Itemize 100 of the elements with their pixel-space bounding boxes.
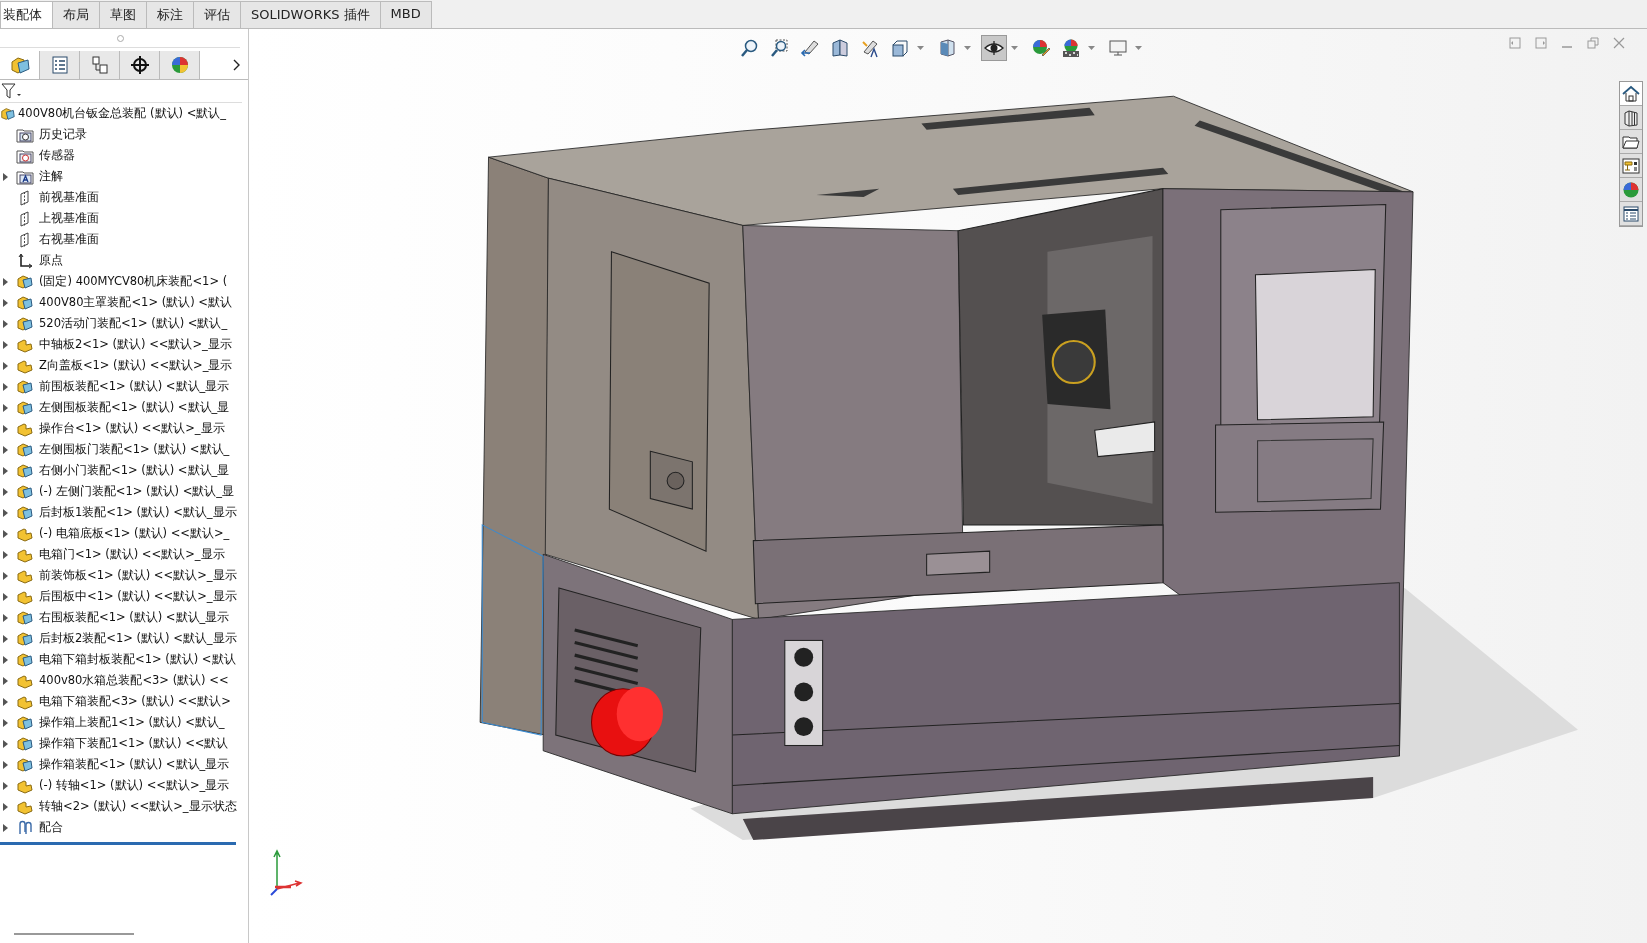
tree-item[interactable]: 右围板装配<1> (默认) <默认_显示: [39, 610, 230, 625]
task-pane-tab[interactable]: [1620, 106, 1642, 130]
command-tab[interactable]: MBD: [379, 1, 432, 28]
scene-icon[interactable]: [1061, 38, 1081, 58]
expand-arrow-icon[interactable]: [2, 802, 8, 811]
tree-item[interactable]: 前围板装配<1> (默认) <默认_显示: [39, 379, 230, 394]
expand-arrow-icon[interactable]: [2, 403, 8, 412]
tree-item[interactable]: 400V80主罩装配<1> (默认) <默认: [39, 295, 232, 310]
command-tab[interactable]: 草图: [99, 1, 147, 28]
command-tab[interactable]: 布局: [52, 1, 100, 28]
tree-item[interactable]: 前装饰板<1> (默认) <<默认>_显示: [39, 568, 237, 583]
caret-icon[interactable]: [1135, 45, 1142, 51]
expand-arrow-icon[interactable]: [2, 823, 8, 832]
tree-item[interactable]: 传感器: [39, 148, 75, 163]
tree-item[interactable]: 后围板中<1> (默认) <<默认>_显示: [39, 589, 237, 604]
expand-arrow-icon[interactable]: [2, 340, 8, 349]
task-pane-tab[interactable]: [1620, 154, 1642, 178]
expand-arrow-icon[interactable]: [2, 466, 8, 475]
appearance-pencil-icon[interactable]: [1031, 38, 1051, 58]
tree-item[interactable]: Z向盖板<1> (默认) <<默认>_显示: [39, 358, 233, 373]
assembly-icon: [16, 756, 34, 773]
expand-arrow-icon[interactable]: [2, 277, 8, 286]
chevron-right-icon[interactable]: [232, 59, 240, 71]
expand-arrow-icon[interactable]: [2, 676, 8, 685]
tree-item[interactable]: 转轴<2> (默认) <<默认>_显示状态: [39, 799, 237, 814]
expand-arrow-icon[interactable]: [2, 634, 8, 643]
shaded-cube-icon[interactable]: [937, 38, 957, 58]
tree-item[interactable]: (固定) 400MYCV80机床装配<1> (: [39, 274, 228, 289]
horizontal-scrollbar[interactable]: [14, 933, 134, 935]
expand-arrow-icon[interactable]: [2, 592, 8, 601]
expand-arrow-icon[interactable]: [2, 655, 8, 664]
tree-item[interactable]: 原点: [39, 253, 63, 268]
expand-arrow-icon[interactable]: [2, 319, 8, 328]
section-view-icon[interactable]: [830, 38, 850, 58]
expand-arrow-icon[interactable]: [2, 424, 8, 433]
expand-arrow-icon[interactable]: [2, 508, 8, 517]
tree-item[interactable]: 历史记录: [39, 127, 87, 142]
expand-arrow-icon[interactable]: [2, 718, 8, 727]
caret-icon[interactable]: [917, 45, 924, 51]
tree-item[interactable]: 400V80机台钣金总装配 (默认) <默认_: [18, 106, 227, 121]
history-folder-icon: [16, 126, 34, 143]
expand-arrow-icon[interactable]: [2, 361, 8, 370]
tree-item[interactable]: 中轴板2<1> (默认) <<默认>_显示: [39, 337, 232, 352]
command-tab[interactable]: 装配体: [0, 1, 53, 28]
filter-icon[interactable]: [1, 82, 23, 100]
expand-arrow-icon[interactable]: [2, 382, 8, 391]
expand-arrow-icon[interactable]: [2, 445, 8, 454]
tree-item[interactable]: (-) 电箱底板<1> (默认) <<默认>_: [39, 526, 230, 541]
tree-item[interactable]: 前视基准面: [39, 190, 99, 205]
expand-arrow-icon[interactable]: [2, 760, 8, 769]
expand-arrow-icon[interactable]: [2, 781, 8, 790]
caret-icon[interactable]: [1088, 45, 1095, 51]
caret-icon[interactable]: [964, 45, 971, 51]
tree-item[interactable]: 操作箱上装配1<1> (默认) <默认_: [39, 715, 225, 730]
tree-item[interactable]: 操作箱装配<1> (默认) <默认_显示: [39, 757, 230, 772]
tree-item[interactable]: 左侧围板门装配<1> (默认) <默认_: [39, 442, 230, 457]
tree-item[interactable]: 右侧小门装配<1> (默认) <默认_显: [39, 463, 230, 478]
expand-arrow-icon[interactable]: [2, 550, 8, 559]
tree-item[interactable]: 上视基准面: [39, 211, 99, 226]
tree-item[interactable]: 后封板2装配<1> (默认) <默认_显示: [39, 631, 237, 646]
home-icon: [1622, 84, 1640, 103]
expand-arrow-icon[interactable]: [2, 739, 8, 748]
zoom-area-icon[interactable]: [770, 38, 790, 58]
command-tab[interactable]: 标注: [146, 1, 194, 28]
tree-item[interactable]: 400v80水箱总装配<3> (默认) <<: [39, 673, 229, 688]
expand-arrow-icon[interactable]: [2, 529, 8, 538]
panel-tab[interactable]: [120, 51, 160, 79]
expand-arrow-icon[interactable]: [2, 613, 8, 622]
tree-item[interactable]: (-) 左侧门装配<1> (默认) <默认_显: [39, 484, 235, 499]
library-icon: [1622, 108, 1640, 127]
tree-item[interactable]: 操作台<1> (默认) <<默认>_显示: [39, 421, 225, 436]
zoom-to-fit-icon[interactable]: [740, 38, 760, 58]
eye-icon[interactable]: [984, 38, 1004, 58]
cube-view-icon[interactable]: [890, 38, 910, 58]
task-pane-tab[interactable]: [1620, 202, 1642, 226]
previous-view-icon[interactable]: [800, 38, 820, 58]
expand-arrow-icon[interactable]: [2, 697, 8, 706]
annotation-view-icon[interactable]: [860, 38, 880, 58]
tree-item[interactable]: 左侧围板装配<1> (默认) <默认_显: [39, 400, 230, 415]
expand-arrow-icon[interactable]: [2, 298, 8, 307]
tree-item[interactable]: 后封板1装配<1> (默认) <默认_显示: [39, 505, 237, 520]
command-tab[interactable]: SOLIDWORKS 插件: [240, 1, 381, 28]
tree-item[interactable]: 右视基准面: [39, 232, 99, 247]
tree-item[interactable]: 电箱下箱封板装配<1> (默认) <默认: [39, 652, 236, 667]
expand-arrow-icon[interactable]: [2, 172, 8, 181]
tree-item[interactable]: (-) 转轴<1> (默认) <<默认>_显示: [39, 778, 230, 793]
tree-item[interactable]: 电箱下箱装配<3> (默认) <<默认>: [39, 694, 231, 709]
tree-item[interactable]: 操作箱下装配1<1> (默认) <<默认: [39, 736, 229, 751]
tree-item[interactable]: 注解: [39, 169, 63, 184]
tree-item[interactable]: 配合: [39, 820, 63, 835]
task-pane-tab[interactable]: [1620, 130, 1642, 154]
caret-icon[interactable]: [1011, 45, 1018, 51]
tree-item[interactable]: 520活动门装配<1> (默认) <默认_: [39, 316, 228, 331]
expand-arrow-icon[interactable]: [2, 571, 8, 580]
close-icon[interactable]: [1613, 37, 1625, 49]
sensor-folder-icon: [16, 147, 34, 164]
tree-item[interactable]: 电箱门<1> (默认) <<默认>_显示: [39, 547, 225, 562]
command-tab[interactable]: 评估: [193, 1, 241, 28]
task-pane-tab[interactable]: [1620, 82, 1642, 106]
expand-arrow-icon[interactable]: [2, 487, 8, 496]
